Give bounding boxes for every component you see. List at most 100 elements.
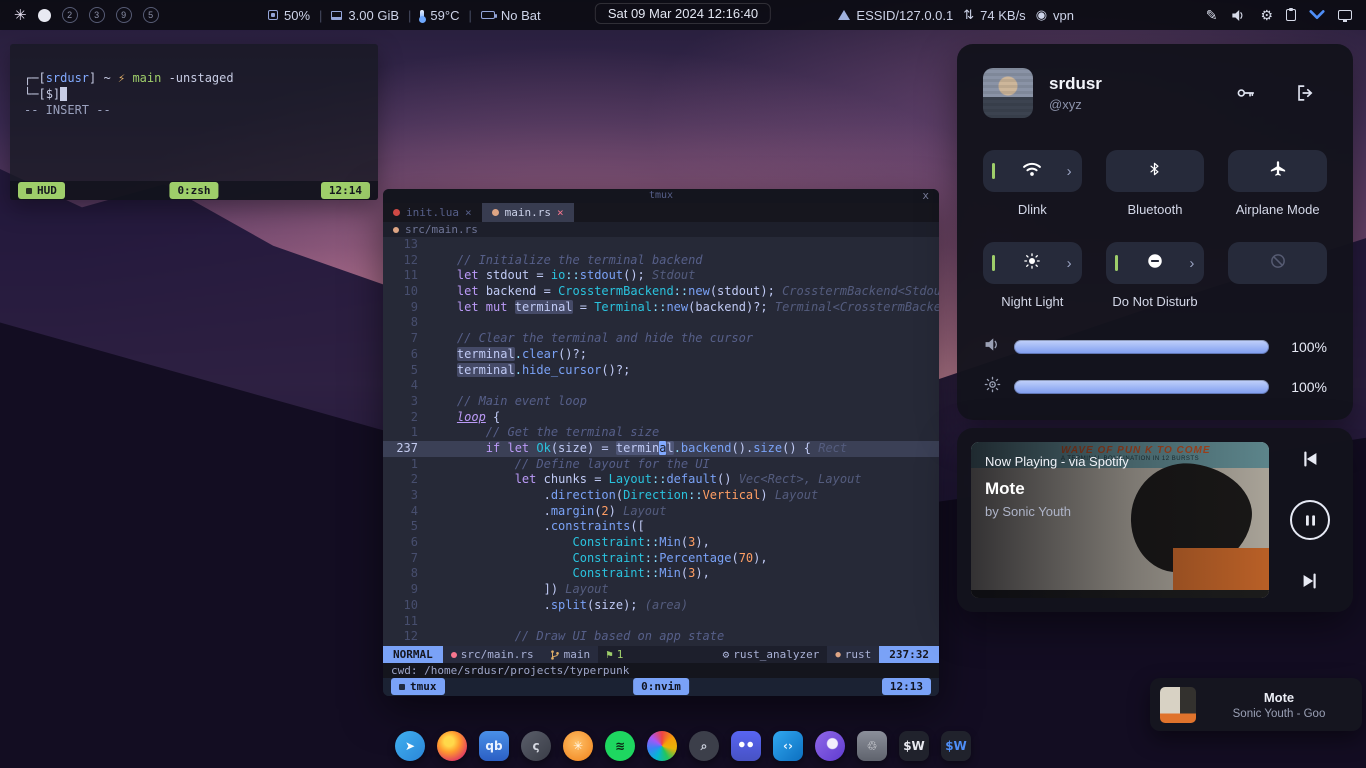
hud-window-pill[interactable]: 0:zsh [169, 182, 218, 199]
text-segment: (size) = [551, 441, 616, 455]
text-segment: . [515, 347, 522, 361]
text-segment: let mut [457, 300, 508, 314]
workspace-5[interactable]: 5 [143, 7, 159, 23]
code-line: 3 .direction(Direction::Vertical) Layout [383, 488, 939, 504]
now-playing-header: Now Playing - via Spotify [985, 454, 1129, 469]
essid-label: ESSID/127.0.0.1 [856, 8, 953, 23]
text-segment: ([ [630, 519, 644, 533]
text-segment: Direction [623, 488, 688, 502]
wifi-icon [1022, 161, 1042, 182]
text-segment [428, 535, 573, 549]
workspace-active[interactable] [38, 9, 51, 22]
dock-telegram-icon[interactable]: ➤ [395, 731, 425, 761]
dock-qutebrowser-icon[interactable]: qb [479, 731, 509, 761]
volume-icon[interactable] [1230, 8, 1247, 23]
pen-icon[interactable]: ✎ [1206, 7, 1218, 24]
launcher-logo-icon[interactable]: ✳ [14, 6, 27, 24]
dock-purple-app-icon[interactable] [815, 731, 845, 761]
text-segment: { [486, 410, 500, 424]
tile-label: Night Light [1001, 294, 1063, 310]
breadcrumb-path: src/main.rs [405, 223, 478, 236]
line-number: 237 [383, 441, 428, 457]
brightness-slider[interactable] [1014, 380, 1269, 394]
code-line: 237 if let Ok(size) = terminal.backend()… [383, 441, 939, 457]
code-line: 6 terminal.clear()?; [383, 347, 939, 363]
dock-trash-icon[interactable]: ♲ [857, 731, 887, 761]
text-segment: ), [753, 551, 767, 565]
tmux-session-pill[interactable]: tmux [391, 678, 445, 695]
chevron-right-icon: › [1067, 164, 1072, 179]
dock-sw-dark-icon[interactable]: $W [899, 731, 929, 761]
tmux-status-bar: tmux 0:nvim 12:13 [383, 678, 939, 696]
media-notification[interactable]: Mote Sonic Youth - Goo [1150, 678, 1362, 731]
clipboard-icon[interactable] [1286, 9, 1296, 21]
logout-button[interactable] [1283, 76, 1327, 110]
next-track-button[interactable] [1298, 570, 1322, 592]
dock-discord-icon[interactable] [731, 731, 761, 761]
memory-icon [331, 11, 342, 20]
line-number: 11 [383, 614, 428, 630]
brightness-slider-row: 100% [983, 375, 1327, 399]
text-segment: srdusr [46, 71, 89, 85]
tile-bluetooth[interactable] [1106, 150, 1205, 192]
pause-button[interactable] [1290, 500, 1330, 540]
hud-session-pill[interactable]: HUD [18, 182, 65, 199]
tile-empty[interactable] [1228, 242, 1327, 284]
dock-photos-icon[interactable] [647, 731, 677, 761]
text-segment: ~ [104, 71, 111, 85]
dock-firefox-icon[interactable] [437, 731, 467, 761]
text-segment: terminal [457, 347, 515, 361]
workspace-9[interactable]: 9 [116, 7, 132, 23]
dock-vscode-icon[interactable]: ‹› [773, 731, 803, 761]
vpn-status[interactable]: ◉vpn [1036, 7, 1074, 23]
dock-orange-app-icon[interactable]: ✳ [563, 731, 593, 761]
password-key-button[interactable] [1223, 76, 1267, 110]
line-number: 11 [383, 268, 428, 284]
text-segment: if let [486, 441, 537, 455]
tile-do-not-disturb[interactable]: › [1106, 242, 1205, 284]
workspace-3[interactable]: 3 [89, 7, 105, 23]
code-area[interactable]: 1312 // Initialize the terminal backend1… [383, 237, 939, 646]
text-segment: hide_cursor [522, 363, 601, 377]
workspace-2[interactable]: 2 [62, 7, 78, 23]
dock-sw-blue-icon[interactable]: $W [941, 731, 971, 761]
tmux-window-pill[interactable]: 0:nvim [633, 678, 689, 695]
text-segment: stdout [580, 268, 623, 282]
tab-main-rs[interactable]: main.rs × [482, 203, 574, 222]
tab-close-icon[interactable]: × [465, 206, 472, 219]
text-segment: . [674, 441, 681, 455]
toggle-cell: ›Dlink [983, 150, 1082, 218]
dock-magnifier-icon[interactable]: ⌕ [689, 731, 719, 761]
wifi-status[interactable]: ESSID/127.0.0.1 [838, 8, 953, 23]
tab-init-lua[interactable]: init.lua × [383, 203, 482, 222]
airplane-icon [1269, 160, 1287, 183]
display-icon[interactable] [1338, 10, 1352, 20]
text-segment: ), [695, 535, 709, 549]
text-segment: // Clear the terminal and hide the curso… [428, 331, 753, 345]
tile-night-light[interactable]: › [983, 242, 1082, 284]
text-segment: . [428, 598, 551, 612]
text-segment: :: [652, 300, 666, 314]
tab-close-icon[interactable]: × [557, 206, 564, 219]
text-segment: ] [89, 71, 103, 85]
wifi-icon [838, 10, 850, 20]
tile-dlink[interactable]: › [983, 150, 1082, 192]
line-number: 12 [383, 629, 428, 645]
volume-value: 100% [1281, 339, 1327, 355]
line-number: 5 [383, 363, 428, 379]
clock[interactable]: Sat 09 Mar 2024 12:16:40 [595, 3, 771, 24]
dock-spotify-icon[interactable]: ≋ [605, 731, 635, 761]
thermometer-icon [420, 10, 424, 20]
volume-slider[interactable] [1014, 340, 1269, 354]
volume-slider-row: 100% [983, 336, 1327, 358]
hud-terminal-window[interactable]: ┌─[srdusr] ~ ⚡ main -unstaged └─[$] -- I… [10, 44, 378, 200]
tile-airplane-mode[interactable] [1228, 150, 1327, 192]
window-close-button[interactable]: x [922, 189, 929, 203]
chevron-down-icon[interactable] [1309, 9, 1325, 21]
previous-track-button[interactable] [1298, 448, 1322, 470]
text-segment: :: [565, 268, 579, 282]
text-segment: let [457, 268, 479, 282]
settings-gear-icon[interactable]: ⚙ [1260, 7, 1273, 24]
dock-swirl-app-icon[interactable]: ς [521, 731, 551, 761]
editor-window[interactable]: tmux x init.lua × main.rs × src/main.rs … [383, 189, 939, 696]
